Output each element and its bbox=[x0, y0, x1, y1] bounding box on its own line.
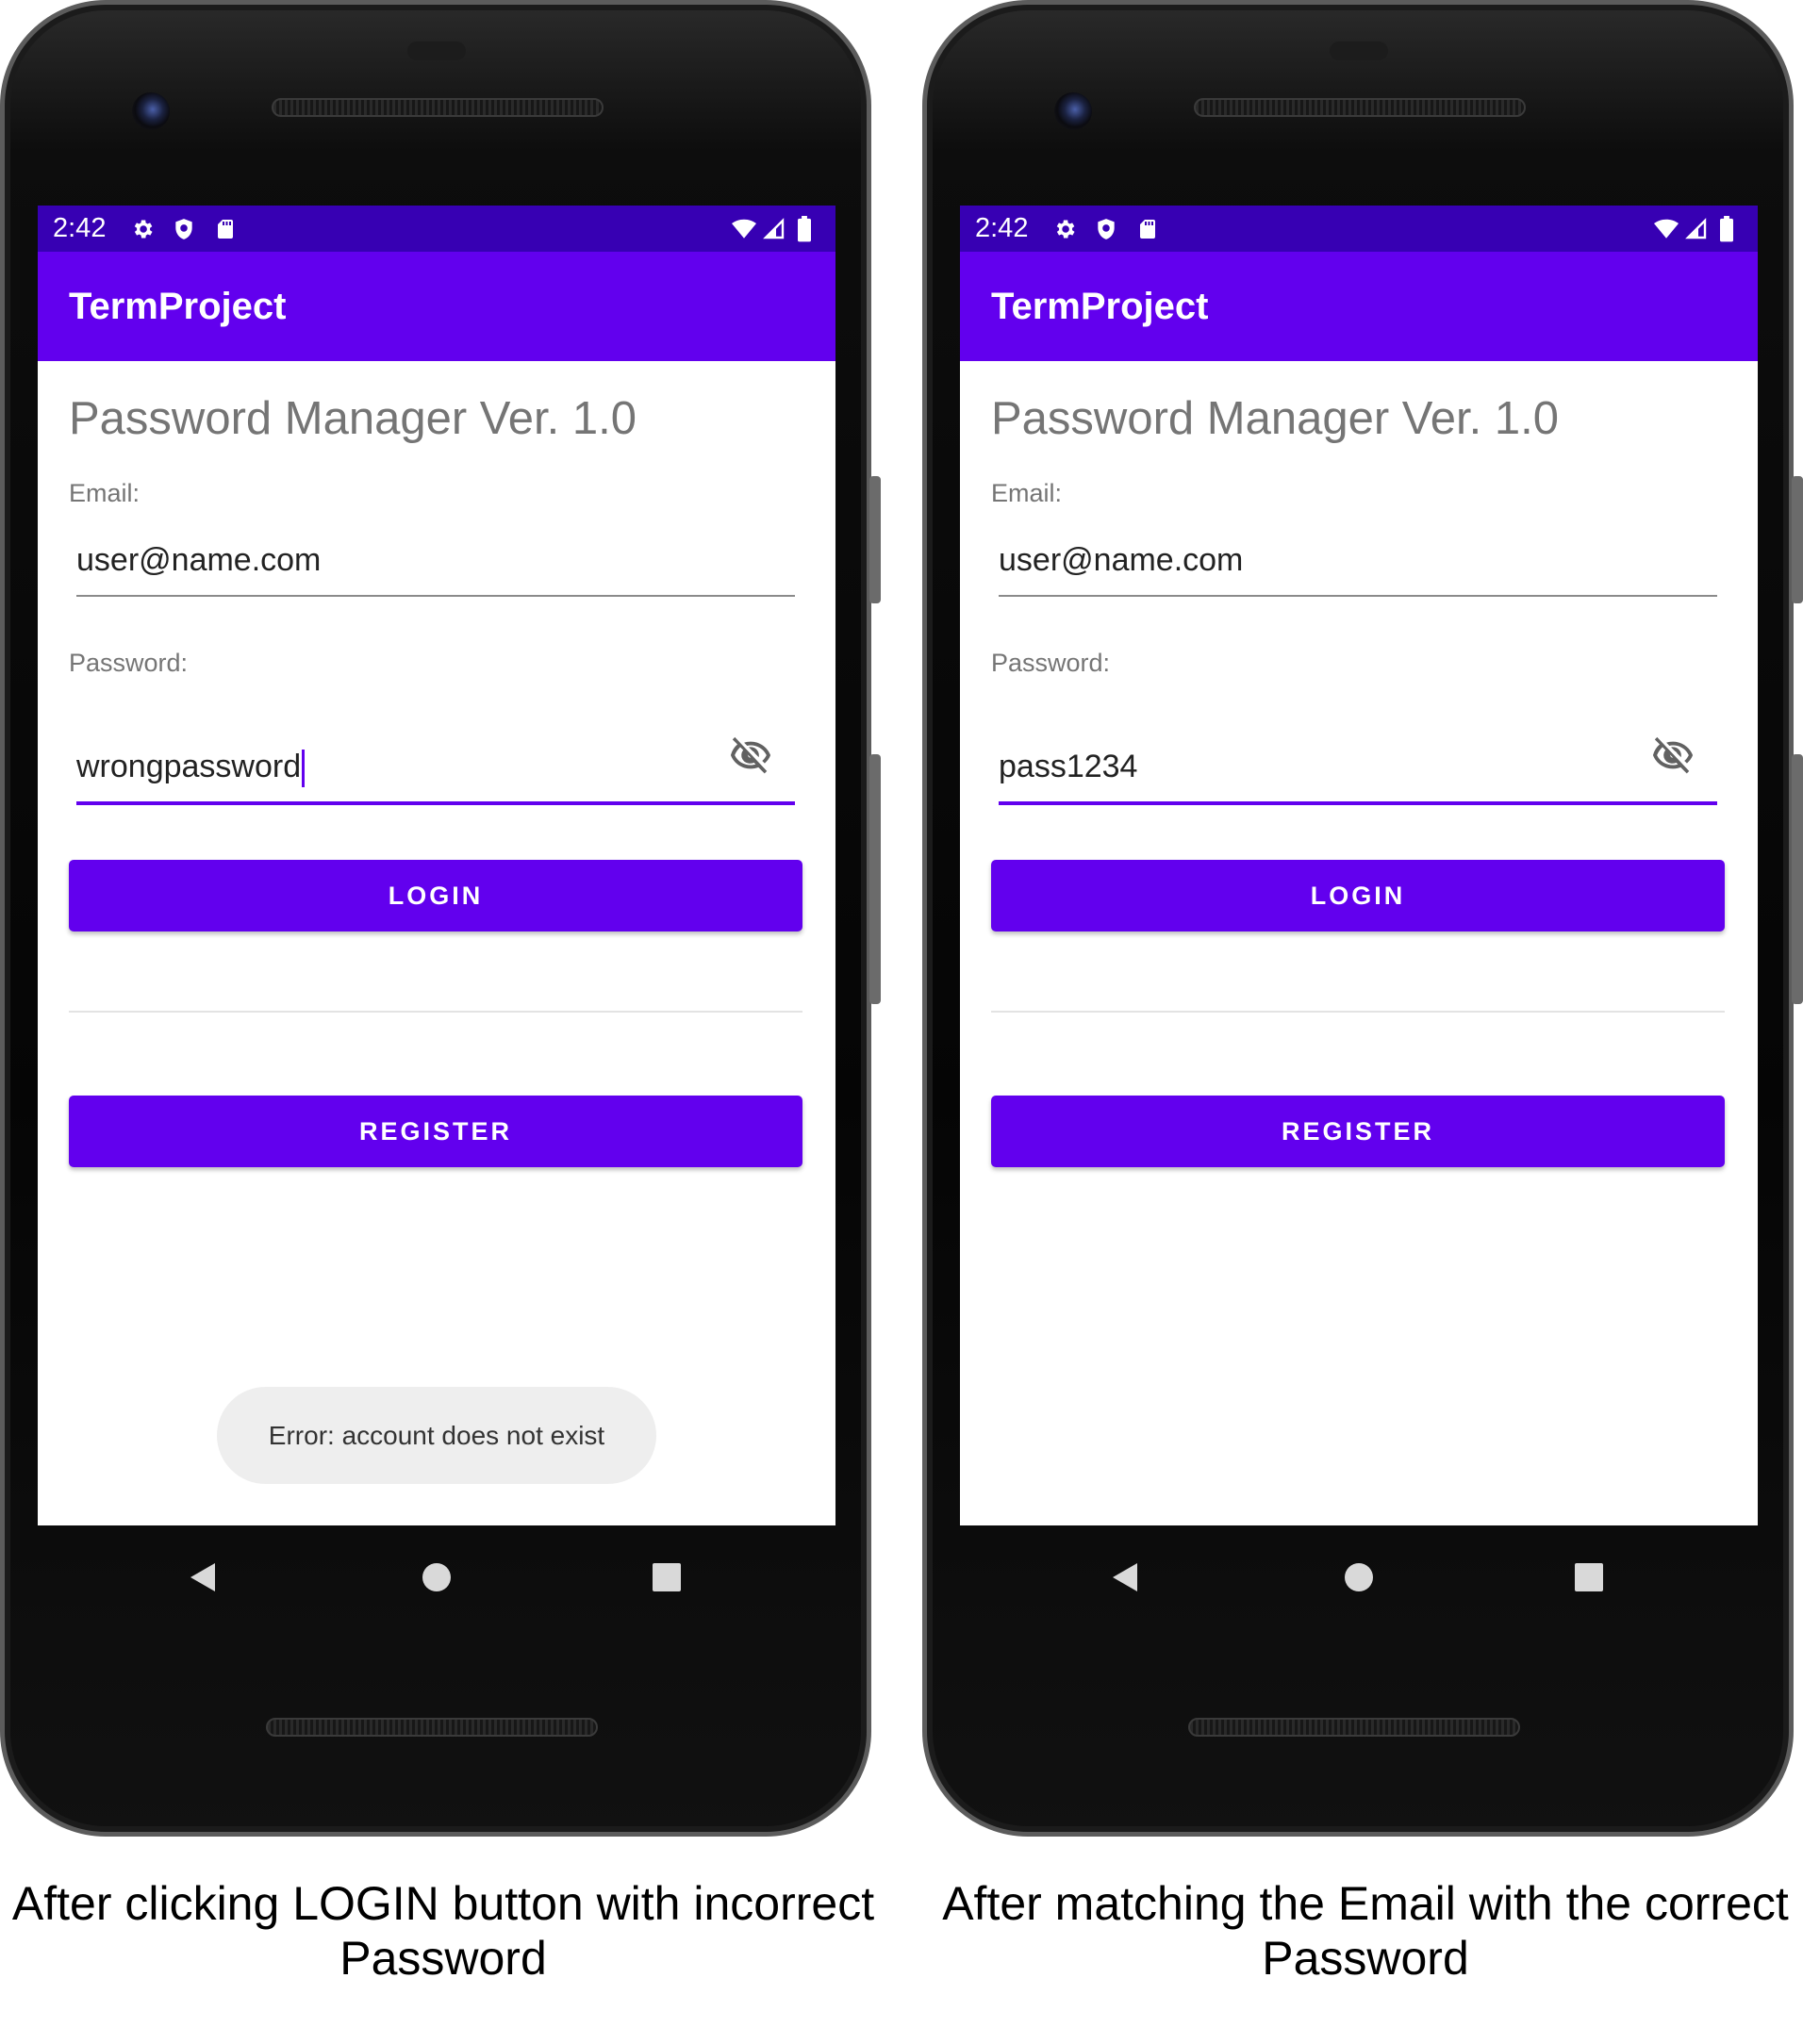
volume-button bbox=[1792, 754, 1803, 1004]
app-screen: 2:42 TermProject Password Manager Ver. 1… bbox=[38, 206, 835, 1525]
top-notch bbox=[407, 41, 466, 60]
front-camera bbox=[1054, 92, 1092, 130]
power-button bbox=[869, 476, 881, 603]
eye-off-icon[interactable] bbox=[729, 734, 772, 777]
email-value: user@name.com bbox=[999, 542, 1244, 578]
app-bar: TermProject bbox=[960, 252, 1758, 361]
wifi-icon bbox=[732, 217, 756, 241]
app-title: TermProject bbox=[991, 286, 1209, 327]
volume-button bbox=[869, 754, 881, 1004]
shield-icon bbox=[172, 217, 196, 241]
navigation-bar bbox=[38, 1525, 835, 1629]
app-bar: TermProject bbox=[38, 252, 835, 361]
recents-icon[interactable] bbox=[1565, 1554, 1613, 1601]
battery-icon bbox=[792, 216, 817, 242]
email-field[interactable]: user@name.com bbox=[76, 529, 795, 597]
page-heading: Password Manager Ver. 1.0 bbox=[991, 393, 1559, 444]
phone-left: 2:42 TermProject Password Manager Ver. 1… bbox=[0, 0, 881, 1837]
text-cursor bbox=[302, 750, 306, 788]
eye-off-icon[interactable] bbox=[1651, 734, 1695, 777]
status-bar: 2:42 bbox=[38, 206, 835, 252]
register-button[interactable]: REGISTER bbox=[69, 1096, 802, 1167]
back-icon[interactable] bbox=[179, 1554, 226, 1601]
top-notch bbox=[1330, 41, 1388, 60]
signal-icon bbox=[1684, 217, 1709, 241]
navigation-bar bbox=[960, 1525, 1758, 1629]
password-value: wrongpassword bbox=[76, 749, 302, 784]
recents-icon[interactable] bbox=[643, 1554, 690, 1601]
password-label: Password: bbox=[991, 649, 1111, 677]
status-time: 2:42 bbox=[53, 213, 107, 243]
power-button bbox=[1792, 476, 1803, 603]
bottom-speaker bbox=[266, 1718, 598, 1737]
password-field[interactable]: wrongpassword bbox=[76, 715, 795, 805]
error-toast: Error: account does not exist bbox=[217, 1387, 656, 1484]
login-button[interactable]: LOGIN bbox=[69, 860, 802, 931]
password-field[interactable]: pass1234 bbox=[999, 715, 1717, 805]
divider bbox=[69, 1011, 802, 1013]
home-icon[interactable] bbox=[413, 1554, 460, 1601]
earpiece-speaker bbox=[1194, 98, 1526, 117]
password-value: pass1234 bbox=[999, 749, 1138, 784]
page-heading: Password Manager Ver. 1.0 bbox=[69, 393, 637, 444]
email-label: Email: bbox=[991, 479, 1063, 507]
password-value-wrap: wrongpassword bbox=[76, 749, 306, 788]
bottom-speaker bbox=[1188, 1718, 1520, 1737]
phone-right: 2:42 TermProject Password Manager Ver. 1… bbox=[922, 0, 1803, 1837]
gear-icon bbox=[1052, 217, 1077, 241]
divider bbox=[991, 1011, 1725, 1013]
earpiece-speaker bbox=[272, 98, 604, 117]
login-button[interactable]: LOGIN bbox=[991, 860, 1725, 931]
signal-icon bbox=[762, 217, 786, 241]
register-button[interactable]: REGISTER bbox=[991, 1096, 1725, 1167]
battery-icon bbox=[1714, 216, 1739, 242]
back-icon[interactable] bbox=[1101, 1554, 1149, 1601]
sd-card-icon bbox=[1135, 217, 1160, 241]
home-icon[interactable] bbox=[1335, 1554, 1382, 1601]
front-camera bbox=[132, 92, 170, 130]
caption-right: After matching the Email with the correc… bbox=[942, 1877, 1789, 1985]
email-field[interactable]: user@name.com bbox=[999, 529, 1717, 597]
gear-icon bbox=[130, 217, 155, 241]
email-label: Email: bbox=[69, 479, 141, 507]
password-label: Password: bbox=[69, 649, 189, 677]
app-screen: 2:42 TermProject Password Manager Ver. 1… bbox=[960, 206, 1758, 1525]
app-title: TermProject bbox=[69, 286, 287, 327]
caption-left: After clicking LOGIN button with incorre… bbox=[11, 1877, 875, 1985]
status-time: 2:42 bbox=[975, 213, 1029, 243]
status-bar: 2:42 bbox=[960, 206, 1758, 252]
email-value: user@name.com bbox=[76, 542, 322, 578]
wifi-icon bbox=[1654, 217, 1679, 241]
sd-card-icon bbox=[213, 217, 238, 241]
shield-icon bbox=[1094, 217, 1118, 241]
